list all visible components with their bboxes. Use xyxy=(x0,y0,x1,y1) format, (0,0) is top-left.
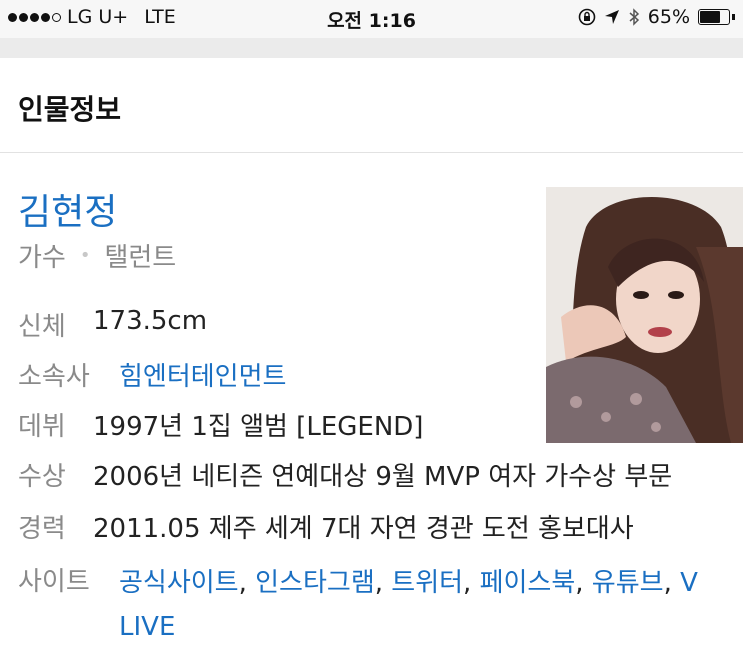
info-label: 경력 xyxy=(18,514,66,544)
info-row-agency: 소속사 힘엔터테인먼트 xyxy=(18,356,286,393)
battery-percent: 65% xyxy=(647,6,690,28)
person-name-link[interactable]: 김현정 xyxy=(18,183,117,235)
bluetooth-icon xyxy=(629,8,639,26)
info-value: 2011.05 제주 세계 7대 자연 경관 도전 홍보대사 xyxy=(93,514,634,544)
battery-tip xyxy=(732,14,735,20)
info-row-awards: 수상 2006년 네티즌 연예대상 9월 MVP 여자 가수상 부문 xyxy=(18,456,672,493)
orientation-lock-icon xyxy=(578,8,596,26)
site-link-official[interactable]: 공식사이트 xyxy=(119,568,239,598)
battery-icon xyxy=(698,9,730,25)
role-separator: • xyxy=(79,245,91,266)
info-label: 사이트 xyxy=(18,567,90,597)
info-label: 신체 xyxy=(18,312,66,342)
info-value: 1997년 1집 앨범 [LEGEND] xyxy=(93,412,424,442)
person-info-card: 김현정 가수 • 탤런트 신체 173.5cm 소속사 힘엔터테인먼트 데뷔 1… xyxy=(0,153,743,646)
status-right: 65% xyxy=(578,6,735,28)
info-value: 173.5cm xyxy=(93,306,208,336)
site-links: 공식사이트, 인스타그램, 트위터, 페이스북, 유튜브, V LIVE xyxy=(119,568,698,642)
info-row-body: 신체 173.5cm xyxy=(18,306,207,343)
info-row-debut: 데뷔 1997년 1집 앨범 [LEGEND] xyxy=(18,406,423,443)
info-label: 데뷔 xyxy=(18,412,66,442)
status-bar: LG U+ LTE 오전 1:16 65% xyxy=(0,0,743,38)
info-value: 2006년 네티즌 연예대상 9월 MVP 여자 가수상 부문 xyxy=(93,462,673,492)
role-item: 가수 xyxy=(18,243,66,273)
location-icon xyxy=(604,10,619,24)
profile-photo[interactable] xyxy=(546,187,743,443)
info-label: 소속사 xyxy=(18,362,90,392)
portrait-image xyxy=(546,187,743,443)
agency-link[interactable]: 힘엔터테인먼트 xyxy=(119,356,286,393)
separator-band xyxy=(0,38,743,58)
section-header: 인물정보 xyxy=(0,58,743,153)
person-roles: 가수 • 탤런트 xyxy=(18,237,176,274)
info-row-career: 경력 2011.05 제주 세계 7대 자연 경관 도전 홍보대사 xyxy=(18,508,634,545)
info-label: 수상 xyxy=(18,462,66,492)
site-link-facebook[interactable]: 페이스북 xyxy=(480,568,576,598)
section-title: 인물정보 xyxy=(18,93,122,126)
role-item: 탤런트 xyxy=(104,243,177,273)
site-link-twitter[interactable]: 트위터 xyxy=(391,568,463,598)
site-link-instagram[interactable]: 인스타그램 xyxy=(255,568,375,598)
site-link-youtube[interactable]: 유튜브 xyxy=(592,568,664,598)
